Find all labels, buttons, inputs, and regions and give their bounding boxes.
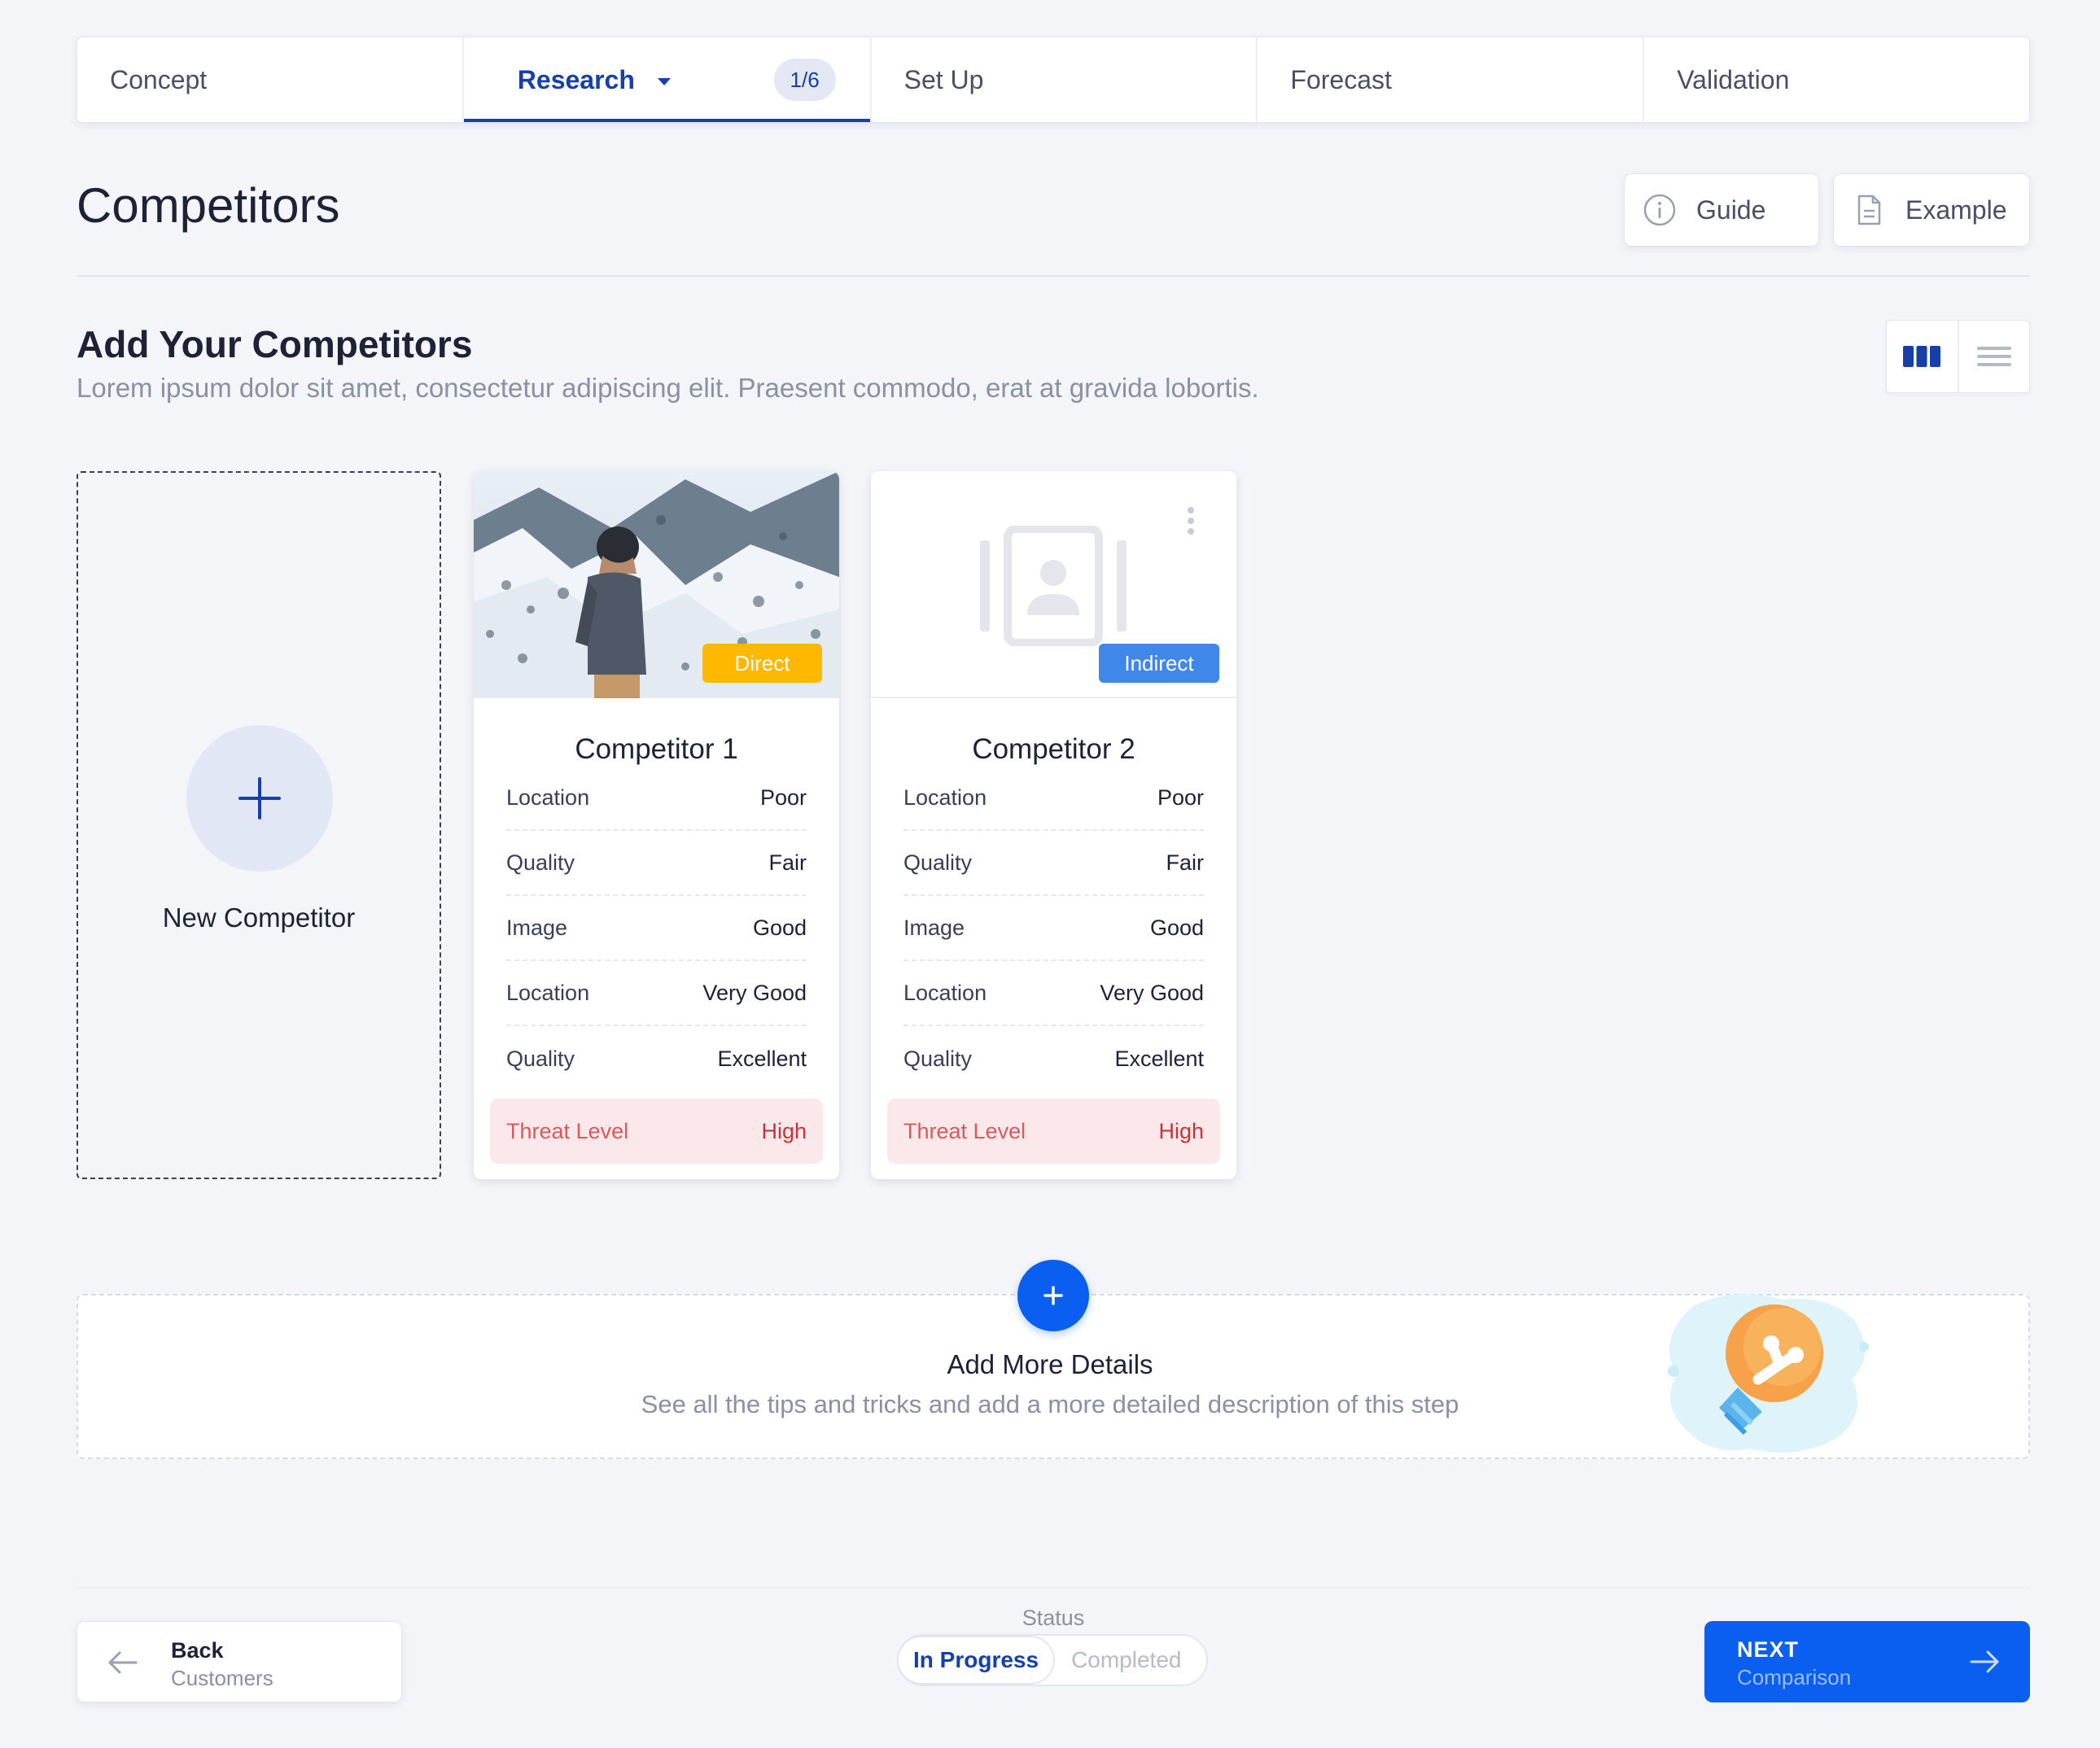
example-button[interactable]: Example: [1833, 173, 2030, 247]
rating-value: Poor: [759, 784, 807, 810]
new-competitor-label: New Competitor: [162, 902, 356, 933]
view-toggle: [1886, 320, 2030, 393]
rating-row: Quality Fair: [903, 831, 1204, 896]
step-research[interactable]: Research 1/6: [463, 37, 872, 122]
guide-button[interactable]: Guide: [1624, 173, 1819, 247]
rating-row: Quality Fair: [506, 831, 807, 896]
rating-value: Poor: [1157, 784, 1204, 810]
status-toggle: In Progress Completed: [897, 1634, 1208, 1686]
rating-label: Quality: [903, 1046, 973, 1071]
competitor-name: Competitor 2: [972, 733, 1135, 765]
step-validation[interactable]: Validation: [1644, 37, 2029, 122]
rating-value: Fair: [768, 850, 807, 875]
step-label: Validation: [1677, 64, 1790, 94]
step-set-up[interactable]: Set Up: [872, 37, 1258, 122]
rating-row: Quality Excellent: [506, 1026, 807, 1091]
threat-value: High: [761, 1118, 807, 1143]
back-destination: Customers: [171, 1666, 273, 1690]
caret-down-icon[interactable]: [657, 77, 671, 85]
back-label: Back: [171, 1638, 224, 1663]
status-completed[interactable]: Completed: [1055, 1647, 1181, 1673]
plus-icon: [1043, 1286, 1063, 1305]
details-title: Add More Details: [947, 1349, 1153, 1379]
rating-row: Location Poor: [506, 766, 807, 831]
rating-row: Quality Excellent: [903, 1026, 1204, 1091]
rating-value: Good: [1149, 915, 1204, 940]
rating-label: Quality: [506, 1046, 575, 1071]
step-forecast[interactable]: Forecast: [1258, 37, 1645, 122]
new-competitor-card[interactable]: New Competitor: [77, 471, 441, 1179]
step-progress-badge: 1/6: [773, 59, 836, 101]
competitor-photo-placeholder: Indirect: [871, 471, 1236, 698]
rating-row: Image Good: [506, 896, 807, 961]
example-label: Example: [1905, 194, 2007, 225]
rating-value: Excellent: [1114, 1046, 1204, 1071]
rating-label: Location: [903, 980, 987, 1005]
rating-label: Image: [506, 915, 568, 940]
section-title: Add Your Competitors: [77, 323, 473, 365]
rating-value: Good: [752, 915, 807, 940]
arrow-right-icon: [1970, 1650, 1999, 1673]
competitor-type-tag: Indirect: [1099, 644, 1219, 683]
rating-value: Excellent: [717, 1046, 807, 1071]
arrow-left-icon: [108, 1651, 138, 1674]
step-label: Set Up: [903, 64, 984, 94]
competitor-photo: Direct: [474, 471, 839, 698]
step-label: Concept: [110, 64, 208, 94]
add-details-button[interactable]: [1017, 1260, 1089, 1331]
threat-label: Threat Level: [903, 1118, 1026, 1143]
back-button[interactable]: Back Customers: [77, 1621, 402, 1702]
more-options-icon[interactable]: [1188, 507, 1194, 539]
rating-label: Location: [506, 980, 590, 1005]
rating-label: Image: [903, 915, 965, 940]
document-icon: [1857, 194, 1881, 225]
status-in-progress[interactable]: In Progress: [897, 1636, 1056, 1685]
competitor-card[interactable]: Indirect Competitor 2 Location Poor Quali…: [871, 471, 1236, 1179]
page-title: Competitors: [77, 178, 340, 233]
next-button[interactable]: NEXT Comparison: [1704, 1621, 2030, 1702]
section-description: Lorem ipsum dolor sit amet, consectetur …: [77, 373, 1259, 403]
rating-value: Very Good: [1100, 980, 1204, 1005]
rating-row: Location Poor: [903, 766, 1204, 831]
rating-label: Location: [903, 784, 987, 810]
competitor-name: Competitor 1: [575, 733, 738, 765]
list-icon: [1976, 347, 2011, 366]
grid-view-button[interactable]: [1887, 321, 1959, 392]
step-concept[interactable]: Concept: [77, 37, 464, 122]
contact-placeholder-icon: [980, 526, 1127, 646]
threat-level-row: Threat Level High: [887, 1099, 1220, 1164]
list-view-button[interactable]: [1959, 321, 2030, 392]
threat-value: High: [1158, 1118, 1204, 1143]
progress-stepper: Concept Research 1/6 Set Up Forecast Val…: [77, 37, 2030, 123]
header-divider: [77, 275, 2030, 277]
plus-icon: [238, 777, 281, 819]
next-destination: Comparison: [1737, 1665, 1852, 1689]
columns-icon: [1903, 346, 1941, 367]
threat-level-row: Threat Level High: [490, 1099, 823, 1164]
guide-label: Guide: [1696, 194, 1766, 225]
rating-value: Very Good: [702, 980, 807, 1005]
threat-label: Threat Level: [506, 1118, 629, 1143]
competitor-ratings: Location Poor Quality Fair Image Good Locat…: [506, 766, 807, 1091]
add-competitor-button[interactable]: [186, 725, 333, 872]
next-label: NEXT: [1737, 1637, 1800, 1662]
step-label: Forecast: [1290, 64, 1392, 94]
competitor-ratings: Location Poor Quality Fair Image Good Locat…: [903, 766, 1204, 1091]
competitor-type-tag: Direct: [702, 644, 822, 683]
rating-label: Location: [506, 784, 590, 810]
rating-value: Fair: [1166, 850, 1205, 875]
rating-row: Image Good: [903, 896, 1204, 961]
footer-divider: [77, 1587, 2030, 1588]
rating-label: Quality: [506, 850, 575, 875]
rating-label: Quality: [903, 850, 973, 875]
competitor-card[interactable]: Direct Competitor 1 Location Poor Quality…: [474, 471, 839, 1179]
info-icon: [1643, 194, 1676, 226]
rating-row: Location Very Good: [506, 961, 807, 1026]
details-description: See all the tips and tricks and add a mo…: [641, 1390, 1459, 1418]
rating-row: Location Very Good: [903, 961, 1204, 1026]
step-label: Research: [517, 64, 635, 94]
